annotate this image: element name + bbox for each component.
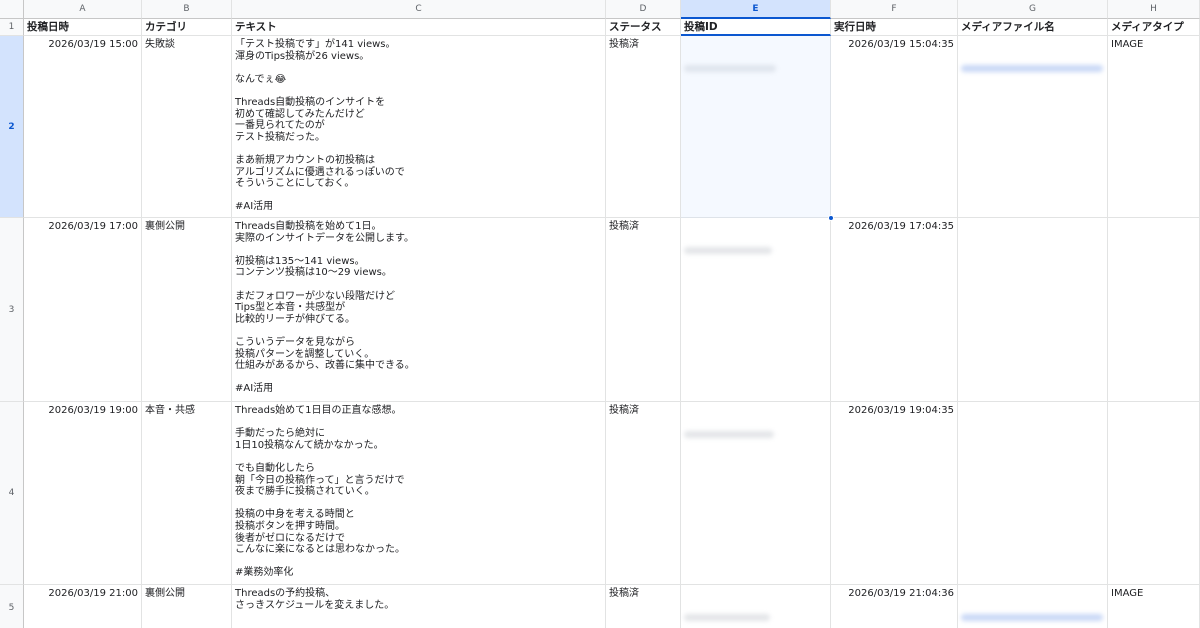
header-cell-text[interactable]: テキスト (232, 19, 606, 36)
cell-post-id[interactable] (681, 36, 831, 218)
redacted-media-file (961, 614, 1103, 622)
cell-media-file[interactable] (958, 402, 1108, 585)
fill-handle[interactable] (828, 215, 834, 221)
spreadsheet[interactable]: A B C D E F G H 1 投稿日時 カテゴリ テキスト ステータス 投… (0, 0, 1200, 628)
header-cell-exec-time[interactable]: 実行日時 (831, 19, 958, 36)
header-cell-category[interactable]: カテゴリ (142, 19, 232, 36)
cell-category[interactable]: 失敗談 (142, 36, 232, 218)
column-header-e[interactable]: E (681, 0, 831, 19)
row-header-4[interactable]: 4 (0, 402, 24, 585)
cell-text[interactable]: 「テスト投稿です」が141 views。 渾身のTips投稿が26 views。… (232, 36, 606, 218)
cell-text[interactable]: Threads自動投稿を始めて1日。 実際のインサイトデータを公開します。 初投… (232, 218, 606, 402)
cell-media-type[interactable] (1108, 218, 1200, 402)
column-header-h[interactable]: H (1108, 0, 1200, 19)
cell-status[interactable]: 投稿済 (606, 402, 681, 585)
column-header-b[interactable]: B (142, 0, 232, 19)
redacted-post-id (684, 614, 770, 622)
cell-status[interactable]: 投稿済 (606, 218, 681, 402)
header-cell-media-type[interactable]: メディアタイプ (1108, 19, 1200, 36)
cell-status[interactable]: 投稿済 (606, 585, 681, 628)
cell-media-file[interactable] (958, 36, 1108, 218)
cell-status[interactable]: 投稿済 (606, 36, 681, 218)
cell-post-id[interactable] (681, 585, 831, 628)
cell-category[interactable]: 裏側公開 (142, 585, 232, 628)
header-cell-post-id[interactable]: 投稿ID (681, 19, 831, 36)
cell-media-file[interactable] (958, 585, 1108, 628)
cell-category[interactable]: 本音・共感 (142, 402, 232, 585)
cell-date[interactable]: 2026/03/19 17:00 (24, 218, 142, 402)
cell-text[interactable]: Threads始めて1日目の正直な感想。 手動だったら絶対に 1日10投稿なんて… (232, 402, 606, 585)
header-cell-date[interactable]: 投稿日時 (24, 19, 142, 36)
redacted-post-id (684, 247, 772, 255)
cell-date[interactable]: 2026/03/19 21:00 (24, 585, 142, 628)
column-header-f[interactable]: F (831, 0, 958, 19)
column-header-g[interactable]: G (958, 0, 1108, 19)
redacted-media-file (961, 65, 1103, 73)
row-header-1[interactable]: 1 (0, 19, 24, 36)
cell-post-id[interactable] (681, 402, 831, 585)
cell-exec-time[interactable]: 2026/03/19 17:04:35 (831, 218, 958, 402)
header-cell-status[interactable]: ステータス (606, 19, 681, 36)
row-header-2[interactable]: 2 (0, 36, 24, 218)
cell-exec-time[interactable]: 2026/03/19 19:04:35 (831, 402, 958, 585)
cell-date[interactable]: 2026/03/19 19:00 (24, 402, 142, 585)
redacted-post-id (684, 65, 776, 73)
row-header-5[interactable]: 5 (0, 585, 24, 628)
cell-date[interactable]: 2026/03/19 15:00 (24, 36, 142, 218)
select-all-corner[interactable] (0, 0, 24, 19)
cell-media-file[interactable] (958, 218, 1108, 402)
cell-media-type[interactable] (1108, 402, 1200, 585)
header-cell-media-file[interactable]: メディアファイル名 (958, 19, 1108, 36)
cell-text[interactable]: Threadsの予約投稿、 さっきスケジュールを変えました。 (232, 585, 606, 628)
cell-media-type[interactable]: IMAGE (1108, 36, 1200, 218)
cell-category[interactable]: 裏側公開 (142, 218, 232, 402)
column-header-c[interactable]: C (232, 0, 606, 19)
column-header-d[interactable]: D (606, 0, 681, 19)
row-header-3[interactable]: 3 (0, 218, 24, 402)
cell-media-type[interactable]: IMAGE (1108, 585, 1200, 628)
cell-post-id[interactable] (681, 218, 831, 402)
column-header-a[interactable]: A (24, 0, 142, 19)
cell-exec-time[interactable]: 2026/03/19 15:04:35 (831, 36, 958, 218)
cell-exec-time[interactable]: 2026/03/19 21:04:36 (831, 585, 958, 628)
redacted-post-id (684, 431, 774, 439)
